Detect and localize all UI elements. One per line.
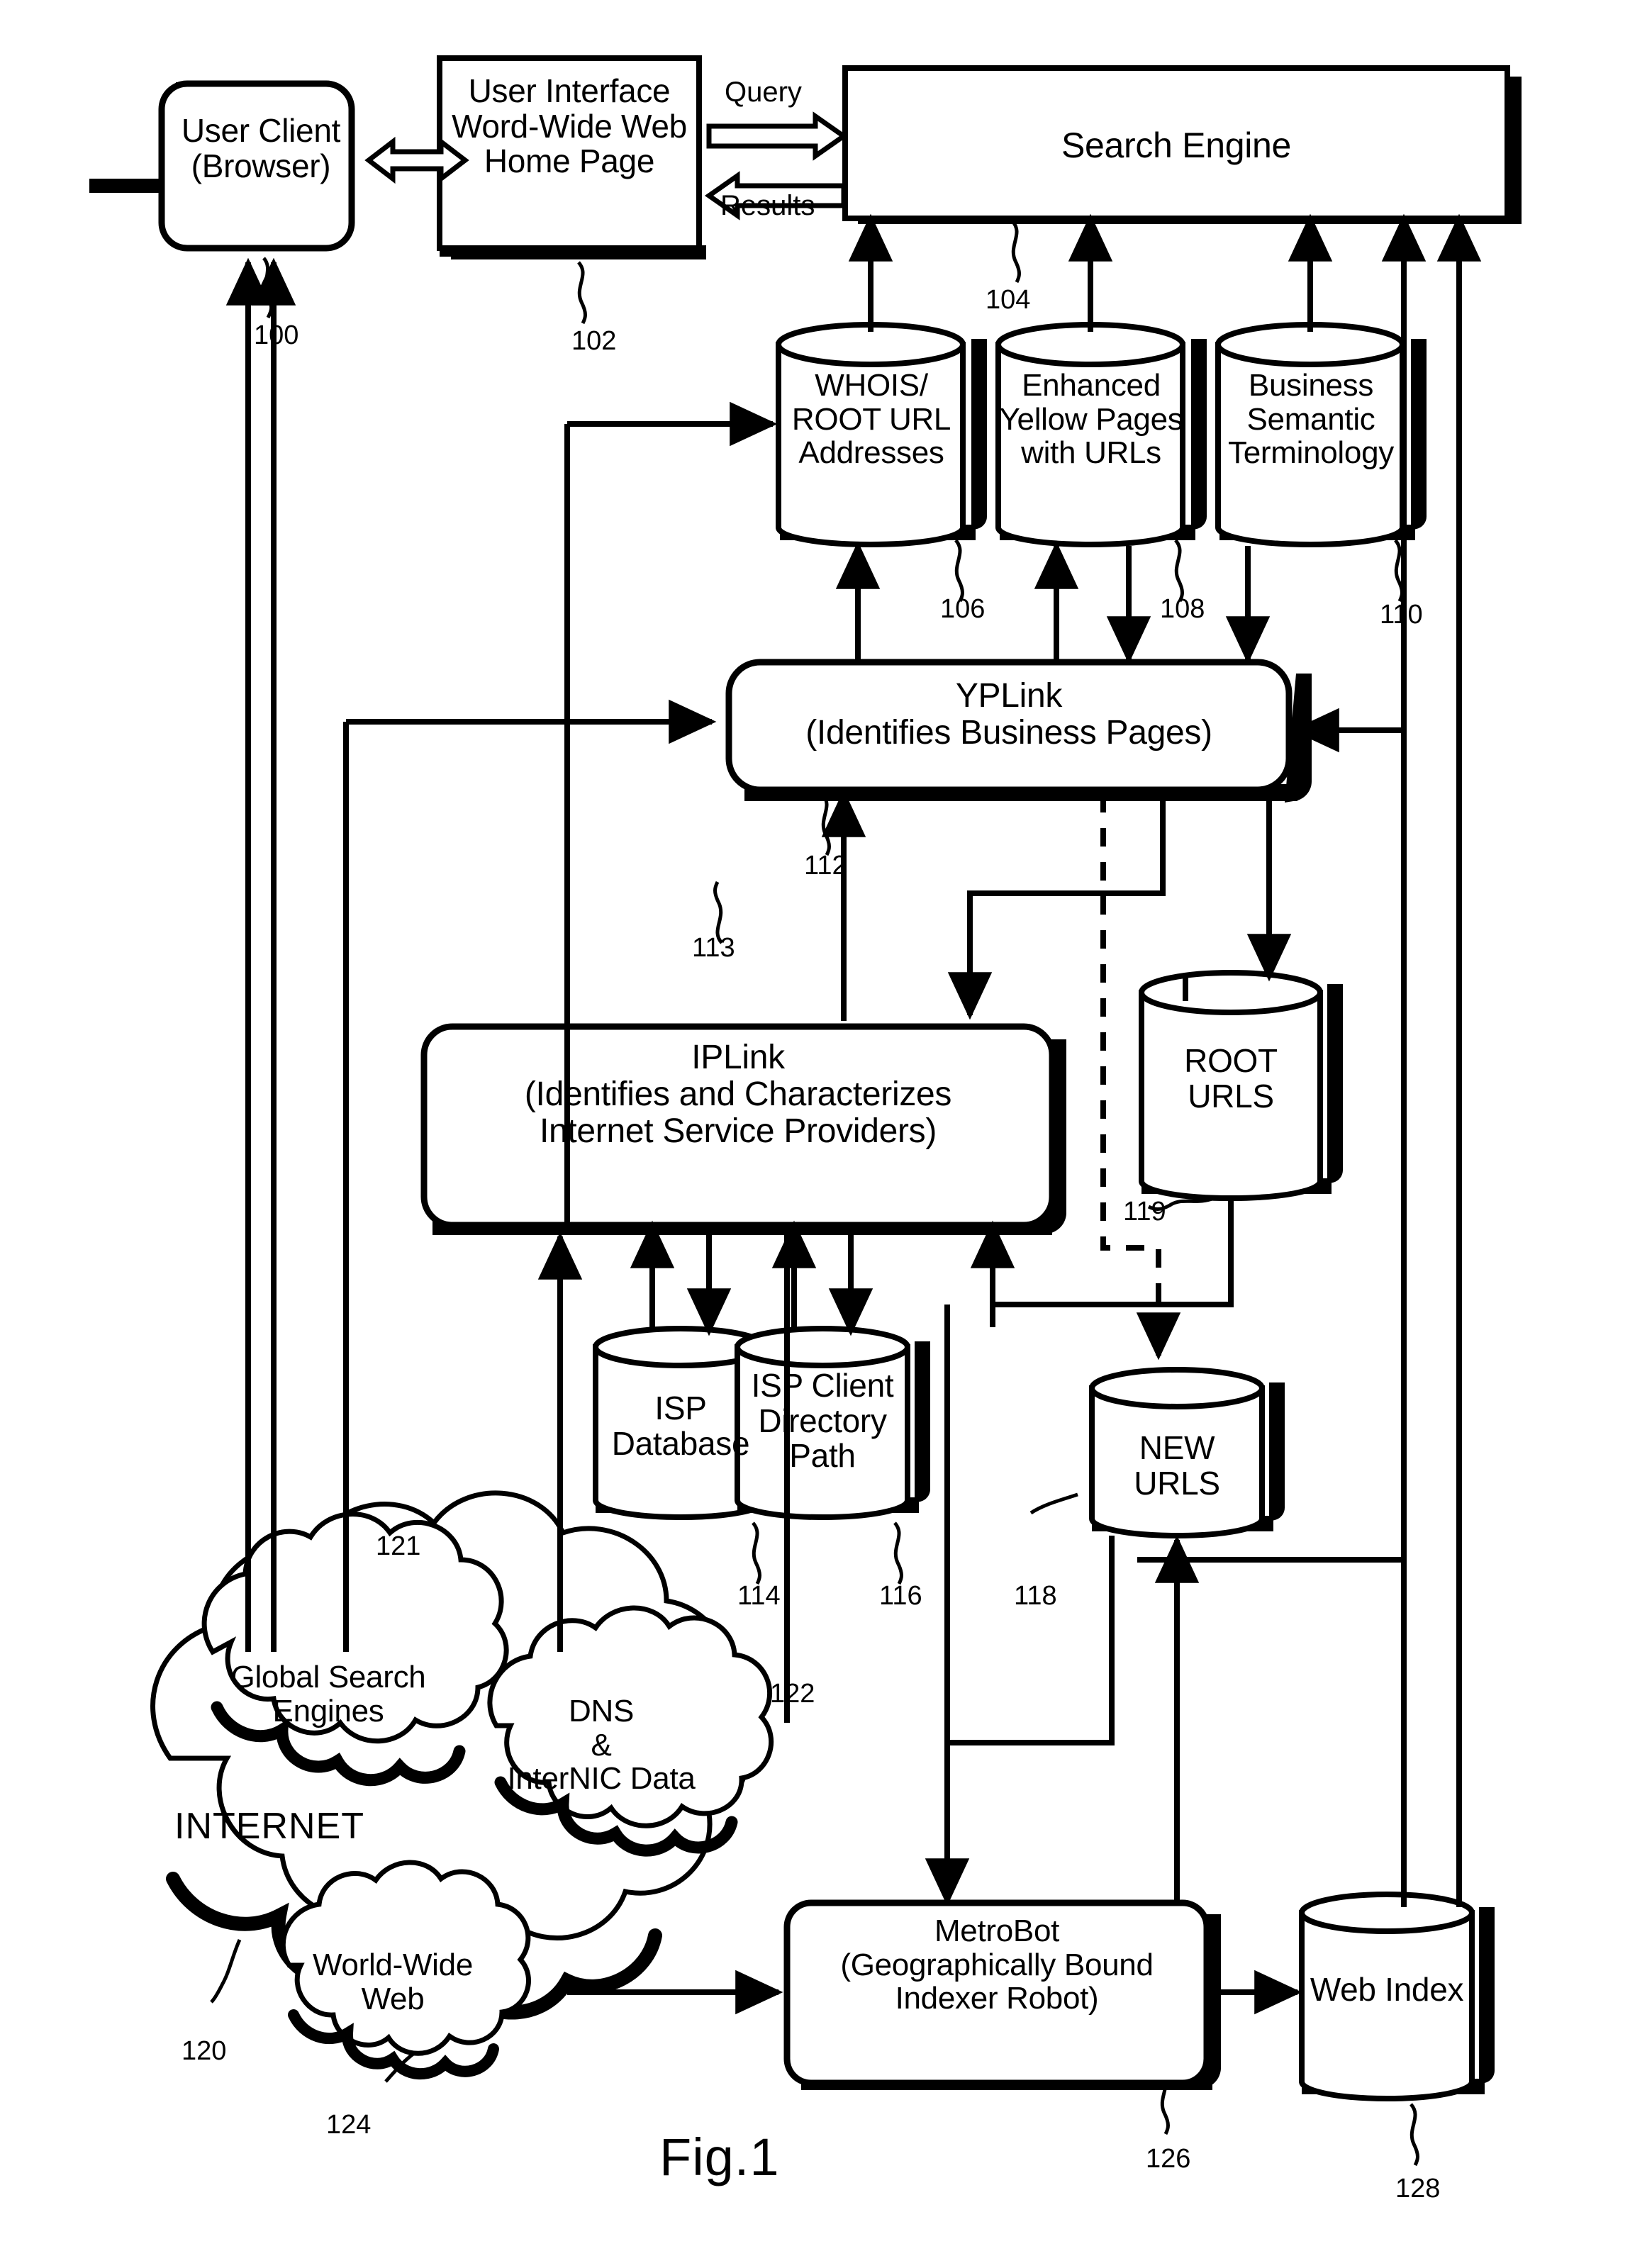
web-index-cylinder bbox=[1299, 1892, 1495, 2102]
client-ui-double-arrow bbox=[364, 136, 469, 184]
dns-internic-cloud-shape bbox=[487, 1605, 774, 1857]
user-interface-shape bbox=[437, 55, 702, 251]
ref-119: 119 bbox=[1123, 1197, 1166, 1227]
ref-102: 102 bbox=[571, 326, 617, 356]
ref-118: 118 bbox=[1014, 1581, 1057, 1611]
business-semantic-cylinder bbox=[1215, 322, 1427, 548]
ref-122: 122 bbox=[770, 1679, 815, 1709]
ref-106: 106 bbox=[940, 594, 986, 624]
ref-110: 110 bbox=[1380, 600, 1423, 630]
results-label: Results bbox=[720, 190, 815, 221]
ref-104: 104 bbox=[986, 285, 1031, 315]
ref-114: 114 bbox=[737, 1581, 781, 1611]
ref-128: 128 bbox=[1395, 2174, 1441, 2203]
diagram-vector-layer bbox=[89, 55, 1522, 2167]
query-arrow bbox=[706, 111, 849, 161]
ref-108: 108 bbox=[1160, 594, 1205, 624]
metrobot-shape bbox=[783, 1899, 1221, 2090]
ref-124: 124 bbox=[326, 2110, 372, 2140]
root-urls-cylinder bbox=[1139, 970, 1344, 1202]
user-client-shape bbox=[158, 80, 355, 252]
ref-100: 100 bbox=[254, 320, 299, 350]
new-urls-cylinder bbox=[1089, 1367, 1285, 1539]
ref-113: 113 bbox=[692, 933, 735, 963]
enhanced-yellow-pages-cylinder bbox=[995, 322, 1207, 548]
isp-client-directory-path-cylinder bbox=[735, 1326, 931, 1521]
ref-121: 121 bbox=[376, 1531, 421, 1561]
patent-figure: User Client (Browser) 100 User Interface… bbox=[0, 0, 1630, 2268]
ref-126: 126 bbox=[1146, 2144, 1191, 2174]
ref-120: 120 bbox=[182, 2036, 227, 2066]
world-wide-web-cloud-shape bbox=[280, 1860, 531, 2079]
whois-root-url-cylinder bbox=[776, 322, 988, 548]
search-engine-shape bbox=[842, 65, 1510, 221]
query-label: Query bbox=[725, 77, 802, 108]
figure-caption: Fig.1 bbox=[659, 2128, 780, 2186]
iplink-shape bbox=[420, 1023, 1066, 1235]
yplink-shape bbox=[725, 659, 1312, 803]
ref-112: 112 bbox=[804, 851, 847, 881]
ref-116: 116 bbox=[879, 1581, 922, 1611]
